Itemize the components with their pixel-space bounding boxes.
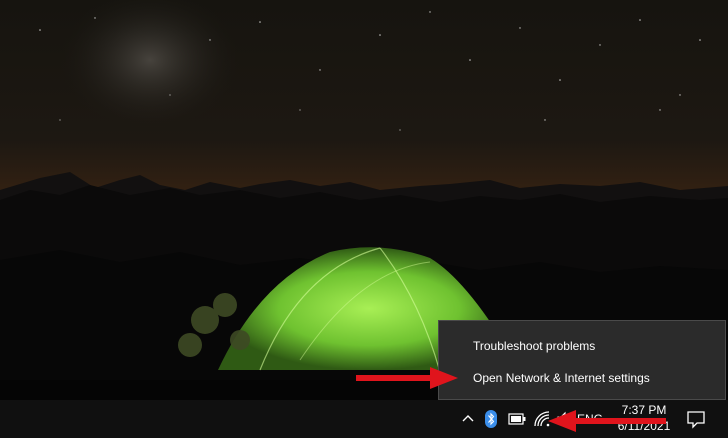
menu-item-open-network-settings[interactable]: Open Network & Internet settings — [439, 363, 725, 393]
bluetooth-icon[interactable] — [484, 409, 498, 429]
taskbar: ENG 7:37 PM 6/11/2021 — [0, 400, 728, 438]
battery-icon[interactable] — [508, 412, 526, 426]
input-language-indicator[interactable]: ENG — [577, 410, 603, 428]
chevron-up-icon[interactable] — [459, 410, 477, 428]
menu-item-troubleshoot-problems[interactable]: Troubleshoot problems — [439, 331, 725, 361]
wifi-icon[interactable] — [533, 410, 551, 428]
clock-date: 6/11/2021 — [617, 419, 671, 433]
taskbar-clock[interactable]: 7:37 PM 6/11/2021 — [604, 402, 684, 434]
notification-icon[interactable] — [685, 408, 707, 430]
clock-time: 7:37 PM — [621, 403, 667, 417]
network-context-menu: Troubleshoot problems Open Network & Int… — [438, 320, 726, 400]
desktop-screen: Troubleshoot problems Open Network & Int… — [0, 0, 728, 438]
volume-icon[interactable] — [556, 410, 572, 428]
